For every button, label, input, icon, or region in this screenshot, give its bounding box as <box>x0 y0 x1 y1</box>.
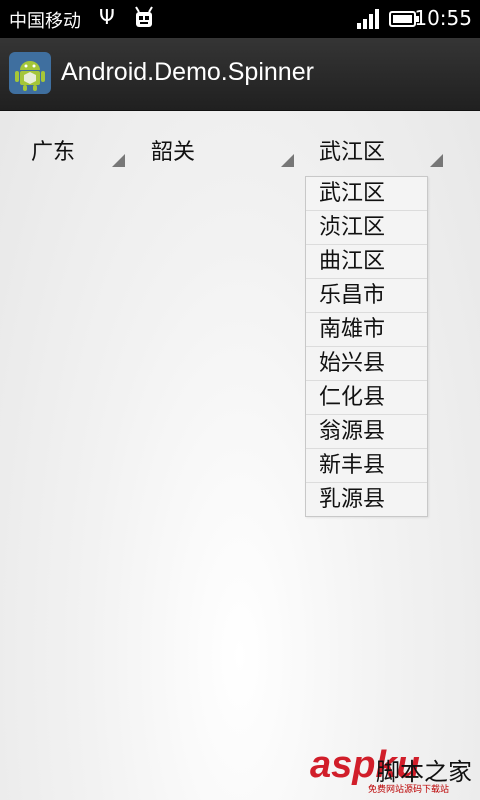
signal-icon <box>357 9 379 29</box>
watermark: aspku 脚本之家 免费网站源码下载站 <box>310 744 475 796</box>
dropdown-option[interactable]: 南雄市 <box>306 312 427 346</box>
watermark-small: 免费网站源码下载站 <box>368 785 450 795</box>
district-dropdown-list: 武江区 浈江区 曲江区 乐昌市 南雄市 始兴县 仁化县 翁源县 新丰县 乳源县 <box>305 176 428 517</box>
district-value: 武江区 <box>319 140 386 165</box>
dropdown-option[interactable]: 武江区 <box>306 177 427 210</box>
district-spinner[interactable]: 武江区 <box>319 120 444 170</box>
dropdown-option[interactable]: 浈江区 <box>306 210 427 244</box>
app-title: Android.Demo.Spinner <box>61 58 314 86</box>
dropdown-arrow-icon <box>112 154 125 167</box>
status-bar: 中国移动 Ψ 10:55 <box>0 0 480 38</box>
dropdown-option[interactable]: 乐昌市 <box>306 278 427 312</box>
city-spinner[interactable]: 韶关 <box>151 120 295 170</box>
dropdown-arrow-icon <box>281 154 294 167</box>
province-spinner[interactable]: 广东 <box>31 120 126 170</box>
dropdown-option[interactable]: 新丰县 <box>306 448 427 482</box>
usb-icon: Ψ <box>99 5 115 29</box>
debug-icon <box>135 6 153 27</box>
dropdown-option[interactable]: 仁化县 <box>306 380 427 414</box>
dropdown-option[interactable]: 乳源县 <box>306 482 427 516</box>
carrier-label: 中国移动 <box>9 11 81 32</box>
dropdown-option[interactable]: 始兴县 <box>306 346 427 380</box>
dropdown-option[interactable]: 翁源县 <box>306 414 427 448</box>
province-value: 广东 <box>31 140 76 165</box>
status-clock: 10:55 <box>414 6 472 30</box>
android-app-icon <box>9 52 51 94</box>
title-bar: Android.Demo.Spinner <box>0 38 480 111</box>
city-value: 韶关 <box>151 140 196 165</box>
dropdown-option[interactable]: 曲江区 <box>306 244 427 278</box>
dropdown-arrow-icon <box>430 154 443 167</box>
